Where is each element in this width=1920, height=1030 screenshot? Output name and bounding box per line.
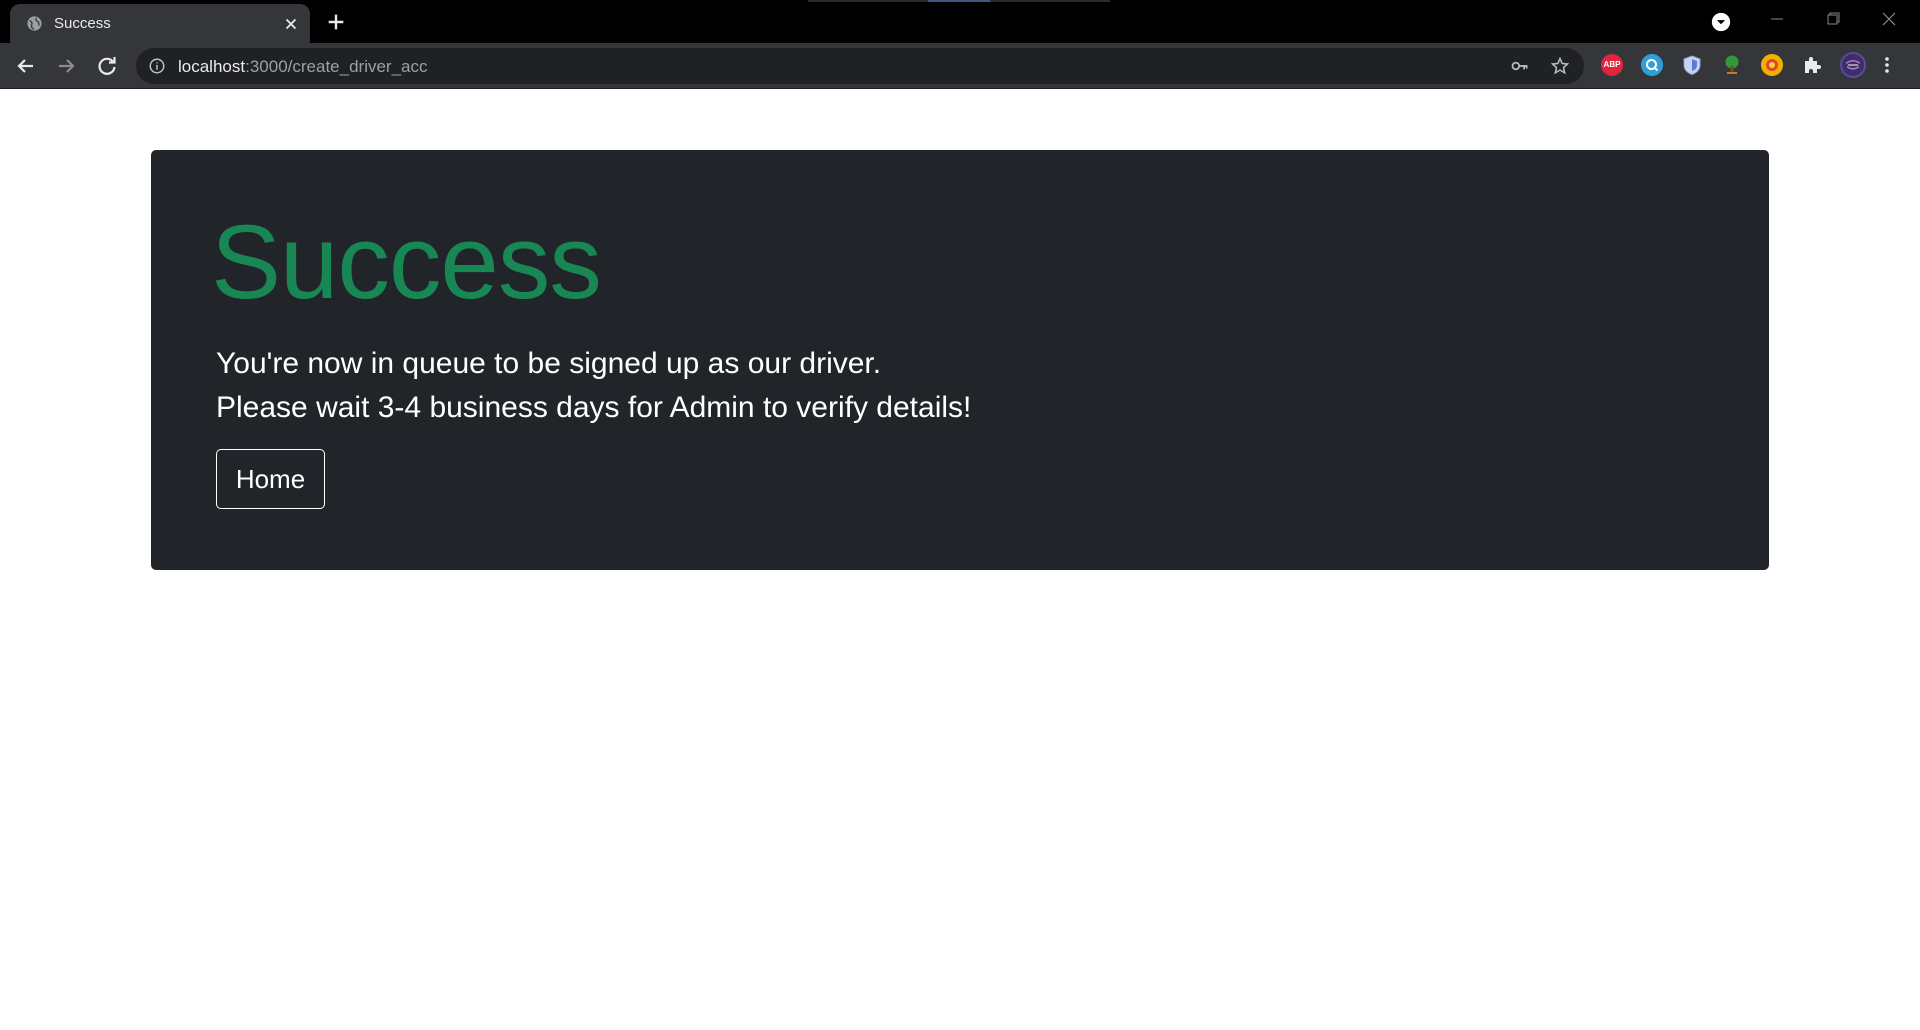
- address-bar[interactable]: localhost:3000/create_driver_acc: [136, 48, 1584, 84]
- search-extension-icon[interactable]: [1641, 54, 1663, 76]
- key-icon[interactable]: [1510, 56, 1530, 76]
- home-button[interactable]: Home: [216, 449, 325, 509]
- url-path: :3000/create_driver_acc: [245, 57, 428, 76]
- browser-toolbar: localhost:3000/create_driver_acc: [0, 43, 1920, 89]
- url-host: localhost: [178, 57, 246, 76]
- page-title: Success: [211, 204, 602, 321]
- success-message: You're now in queue to be signed up as o…: [216, 342, 971, 430]
- profile-avatar-icon[interactable]: [1840, 52, 1866, 78]
- tab-search-icon[interactable]: [1710, 11, 1732, 33]
- forward-arrow-icon[interactable]: [54, 54, 78, 78]
- close-window-icon[interactable]: [1874, 8, 1904, 30]
- restore-window-icon[interactable]: [1818, 8, 1848, 30]
- site-info-icon[interactable]: [148, 57, 166, 75]
- address-url[interactable]: localhost:3000/create_driver_acc: [178, 57, 428, 77]
- back-arrow-icon[interactable]: [14, 54, 38, 78]
- page-body: Success You're now in queue to be signed…: [0, 89, 1920, 1030]
- browser-titlebar: Success: [0, 0, 1920, 43]
- close-tab-icon[interactable]: [282, 15, 300, 33]
- browser-tab-success[interactable]: Success: [10, 4, 310, 43]
- tab-title: Success: [54, 15, 111, 32]
- message-line: You're now in queue to be signed up as o…: [216, 347, 882, 380]
- titlebar-accent-highlight: [928, 0, 990, 2]
- tree-extension-icon[interactable]: [1721, 54, 1743, 76]
- star-extension-icon[interactable]: [1761, 54, 1783, 76]
- shield-extension-icon[interactable]: [1681, 54, 1703, 76]
- globe-icon: [27, 16, 42, 31]
- adblock-extension-icon[interactable]: ABP: [1601, 54, 1623, 76]
- success-panel: Success You're now in queue to be signed…: [151, 150, 1769, 570]
- new-tab-icon[interactable]: [325, 11, 347, 33]
- bookmark-star-icon[interactable]: [1550, 56, 1570, 76]
- extensions-puzzle-icon[interactable]: [1801, 54, 1823, 76]
- message-line: Please wait 3-4 business days for Admin …: [216, 391, 972, 424]
- reload-icon[interactable]: [95, 54, 119, 78]
- minimize-window-icon[interactable]: [1762, 8, 1792, 30]
- browser-menu-icon[interactable]: [1882, 54, 1892, 76]
